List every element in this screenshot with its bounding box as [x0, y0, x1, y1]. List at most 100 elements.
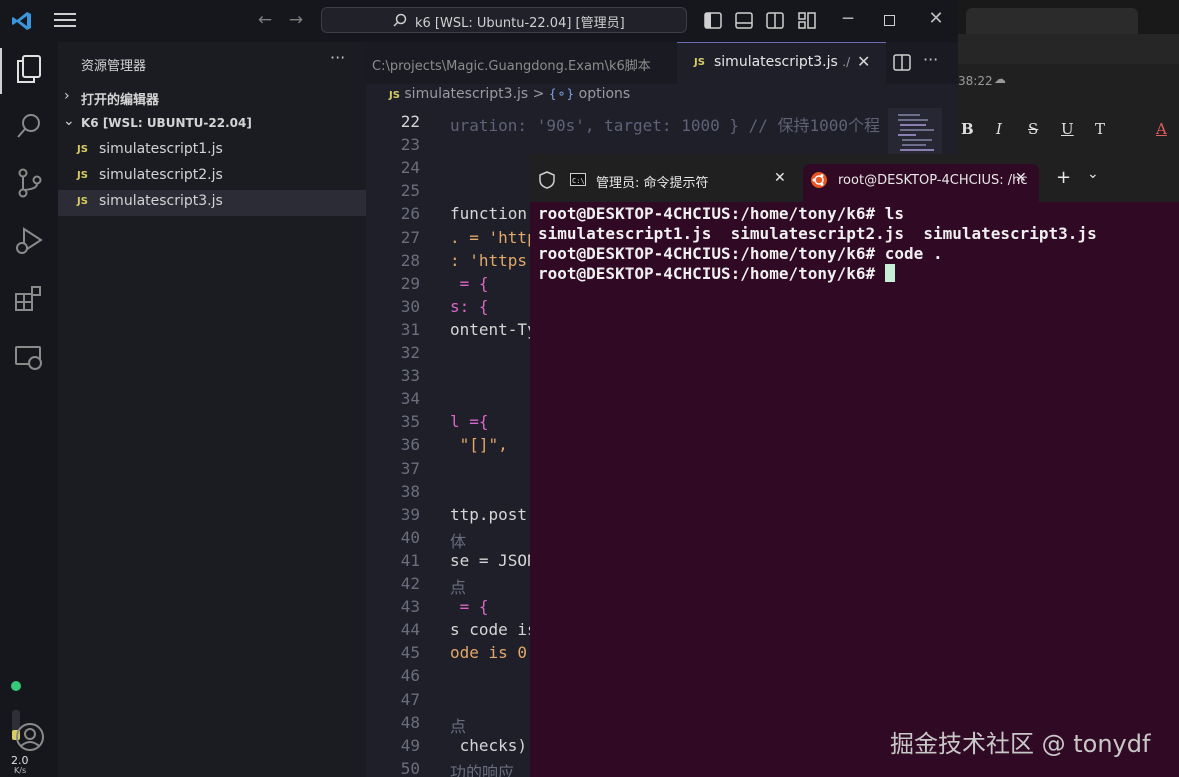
split-editor-icon[interactable]	[893, 54, 911, 71]
workspace-section[interactable]: ⌄ K6 [WSL: UBUNTU-22.04]	[58, 111, 366, 137]
line-number: 47	[400, 689, 420, 709]
search-sidebar-icon[interactable]	[16, 112, 44, 140]
code-line: s code is	[450, 620, 537, 640]
close-tab-icon[interactable]: ✕	[1015, 170, 1027, 186]
maximize-icon[interactable]	[884, 15, 895, 26]
background-app-tab[interactable]	[966, 8, 1138, 34]
ubuntu-icon	[811, 172, 827, 188]
active-indicator	[0, 48, 2, 94]
explorer-icon[interactable]	[15, 54, 43, 84]
breadcrumb-symbol[interactable]: options	[579, 86, 631, 102]
breadcrumb-separator: >	[532, 86, 545, 102]
underline-icon[interactable]: U	[1061, 120, 1074, 138]
breadcrumb: JS simulatescript3.js > {⚬} options	[389, 86, 630, 108]
code-line: 体	[450, 531, 467, 551]
terminal-prompt-line[interactable]: root@DESKTOP-4CHCIUS:/home/tony/k6#	[538, 264, 895, 283]
more-actions-icon[interactable]: ···	[330, 48, 345, 67]
terminal-line: root@DESKTOP-4CHCIUS:/home/tony/k6# ls	[538, 204, 905, 223]
code-line: l ={	[450, 412, 489, 432]
line-number: 23	[400, 135, 420, 155]
file-item-simulatescript3[interactable]: JS simulatescript3.js	[58, 190, 366, 216]
explorer-title: 资源管理器	[81, 59, 147, 74]
code-line: s: {	[450, 296, 489, 316]
source-control-icon[interactable]	[16, 168, 44, 198]
terminal-cursor	[884, 264, 895, 282]
tab-ubuntu-title: root@DESKTOP-4CHCIUS: /hc	[838, 173, 1028, 188]
code-line: 点	[450, 578, 467, 597]
line-number: 39	[400, 504, 420, 524]
editor-more-actions-icon[interactable]: ···	[923, 50, 938, 69]
close-window-icon[interactable]: ✕	[926, 9, 946, 29]
accounts-icon[interactable]	[15, 722, 45, 752]
tab-simulatescript3[interactable]: JS simulatescript3.js ./ ✕	[677, 42, 886, 84]
code-line: = {	[450, 273, 489, 293]
svg-text:C:\: C:\	[572, 177, 585, 185]
toggle-secondary-sidebar-icon[interactable]	[766, 12, 784, 29]
run-debug-icon[interactable]	[14, 226, 44, 256]
toggle-panel-icon[interactable]	[735, 12, 753, 29]
font-color-icon[interactable]: A	[1156, 120, 1167, 138]
line-number: 36	[400, 435, 420, 455]
open-editors-section[interactable]: › 打开的编辑器	[58, 85, 366, 111]
dropdown-icon[interactable]: ⌄	[1087, 166, 1099, 182]
file-name: simulatescript3.js	[99, 193, 223, 209]
background-app-toolbar	[958, 34, 1179, 64]
js-file-icon: JS	[694, 57, 705, 68]
code-line: : 'https:	[450, 250, 537, 270]
minimize-icon[interactable]: ─	[838, 9, 858, 29]
toggle-primary-sidebar-icon[interactable]	[704, 12, 722, 29]
tab-k6-folder[interactable]: C:\projects\Magic.Guangdong.Exam\k6脚本	[372, 55, 651, 74]
tab-cmd-title: 管理员: 命令提示符	[596, 176, 709, 191]
close-tab-icon[interactable]: ✕	[857, 52, 870, 71]
network-speed-unit: K/s	[14, 766, 27, 775]
line-number: 45	[400, 643, 420, 663]
line-number: 49	[400, 735, 420, 755]
explorer-sidebar: 资源管理器 ··· › 打开的编辑器 ⌄ K6 [WSL: UBUNTU-22.…	[58, 42, 366, 777]
tab-cmd[interactable]: C:\ 管理员: 命令提示符 ✕	[564, 164, 796, 202]
remote-explorer-icon[interactable]	[14, 344, 44, 372]
file-item-simulatescript1[interactable]: JS simulatescript1.js	[58, 138, 366, 164]
editor-tab-bar: C:\projects\Magic.Guangdong.Exam\k6脚本 JS…	[366, 42, 958, 84]
terminal-line: root@DESKTOP-4CHCIUS:/home/tony/k6# code…	[538, 244, 943, 263]
code-line: ode is 0'	[450, 643, 537, 663]
line-number: 22	[400, 112, 420, 131]
vscode-logo-icon	[12, 12, 31, 30]
terminal-line: simulatescript1.js simulatescript2.js si…	[538, 224, 1097, 243]
file-item-simulatescript2[interactable]: JS simulatescript2.js	[58, 164, 366, 190]
code-line: function	[450, 204, 528, 224]
code-line: ontent-Ty	[450, 319, 537, 339]
back-arrow-icon[interactable]: ←	[255, 10, 275, 30]
code-line: "[]",	[450, 435, 508, 455]
breadcrumb-file[interactable]: simulatescript3.js	[404, 86, 528, 102]
text-style-icon[interactable]: T	[1095, 120, 1105, 138]
extensions-icon[interactable]	[14, 284, 44, 314]
line-number: 24	[400, 158, 420, 178]
line-number: 30	[400, 296, 420, 316]
command-center-label: k6 [WSL: Ubuntu-22.04] [管理员]	[415, 16, 625, 31]
open-editors-label: 打开的编辑器	[81, 93, 160, 108]
watermark: 掘金技术社区 @ tonydf	[890, 730, 1151, 758]
customize-layout-icon[interactable]	[798, 12, 816, 29]
line-number: 27	[400, 227, 420, 247]
code-line: 功的响应	[450, 762, 515, 777]
status-dot	[11, 681, 21, 691]
windows-terminal-window: C:\ 管理员: 命令提示符 ✕ root@DESKTOP-4CHCIUS: /…	[530, 154, 1179, 777]
shield-icon	[539, 171, 555, 189]
strikethrough-icon[interactable]: S	[1028, 120, 1038, 138]
close-tab-icon[interactable]: ✕	[774, 170, 786, 186]
new-tab-button[interactable]: +	[1056, 167, 1071, 188]
line-number: 37	[400, 458, 420, 478]
menu-icon[interactable]	[54, 13, 76, 29]
line-number: 25	[400, 181, 420, 201]
command-center-search[interactable]: k6 [WSL: Ubuntu-22.04] [管理员]	[321, 7, 687, 33]
forward-arrow-icon[interactable]: →	[286, 10, 306, 30]
line-number: 44	[400, 620, 420, 640]
code-line: = {	[450, 597, 489, 617]
bold-icon[interactable]: B	[961, 120, 974, 138]
line-number: 28	[400, 250, 420, 270]
tab-ubuntu[interactable]: root@DESKTOP-4CHCIUS: /hc ✕	[803, 164, 1039, 202]
italic-icon[interactable]: I	[996, 120, 1002, 138]
chevron-down-icon: ⌄	[63, 113, 75, 129]
terminal-tab-bar: C:\ 管理员: 命令提示符 ✕ root@DESKTOP-4CHCIUS: /…	[530, 154, 1179, 202]
line-number: 40	[400, 527, 420, 547]
